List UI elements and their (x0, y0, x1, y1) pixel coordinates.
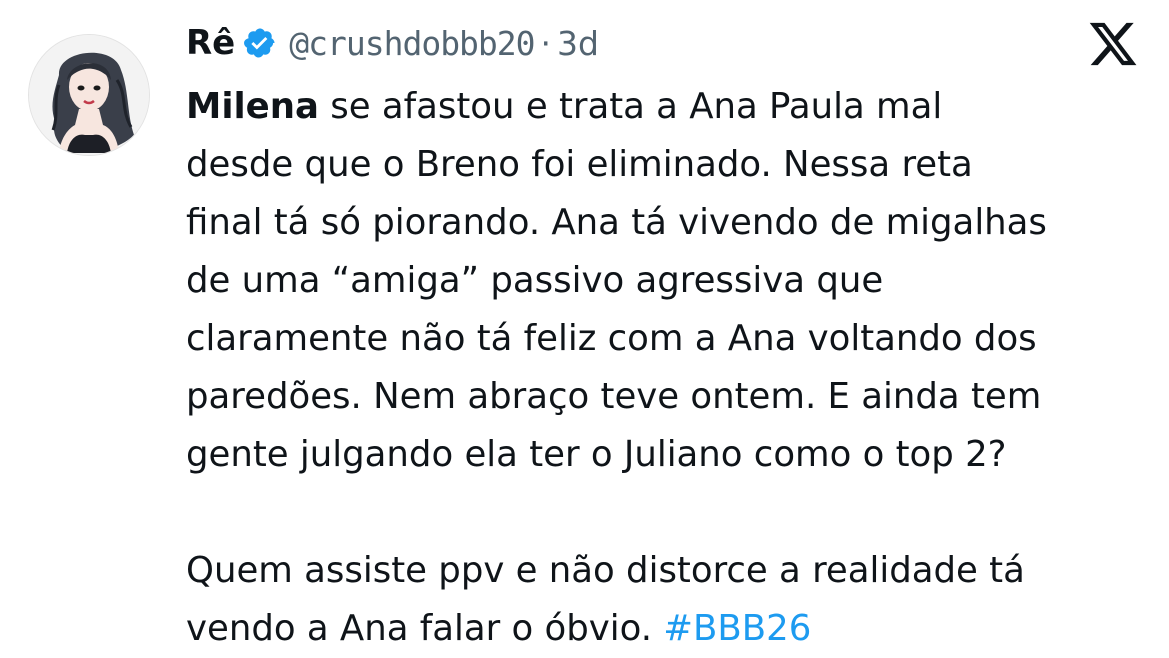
tweet-timestamp[interactable]: 3d (557, 24, 599, 63)
dot-separator: · (540, 23, 552, 63)
tweet-line: Quem assiste ppv e não distorce a realid… (186, 550, 1025, 591)
user-handle[interactable]: @crushdobbb20 (289, 24, 535, 63)
bold-name: Milena (186, 86, 319, 127)
tweet-line: vendo a Ana falar o óbvio. #BBB26 (186, 600, 1156, 658)
tweet-line: de uma “amiga” passivo agressiva que (186, 260, 884, 301)
tweet-line: desde que o Breno foi eliminado. Nessa r… (186, 144, 973, 185)
tweet-line-text: se afastou e trata a Ana Paula mal (318, 86, 943, 127)
tweet-header: Rê @crushdobbb20 · 3d (186, 20, 599, 66)
hashtag-link[interactable]: #BBB26 (663, 608, 811, 649)
tweet-line: paredões. Nem abraço teve ontem. E ainda… (186, 376, 1042, 417)
tweet-card: Rê @crushdobbb20 · 3d Milena se afastou … (0, 0, 1169, 655)
avatar[interactable] (28, 34, 150, 156)
tweet-body: Milena se afastou e trata a Ana Paula ma… (186, 78, 1156, 658)
paragraph-break (186, 484, 1156, 542)
verified-badge-icon (243, 26, 277, 60)
illustrated-woman-avatar-icon (29, 35, 149, 155)
tweet-line: Milena se afastou e trata a Ana Paula ma… (186, 78, 1156, 136)
tweet-line: gente julgando ela ter o Juliano como o … (186, 434, 1007, 475)
display-name[interactable]: Rê (186, 23, 235, 63)
tweet-line: claramente não tá feliz com a Ana voltan… (186, 318, 1037, 359)
x-logo-icon (1086, 18, 1140, 70)
tweet-line-text: vendo a Ana falar o óbvio. (186, 608, 664, 649)
tweet-line: final tá só piorando. Ana tá vivendo de … (186, 202, 1047, 243)
